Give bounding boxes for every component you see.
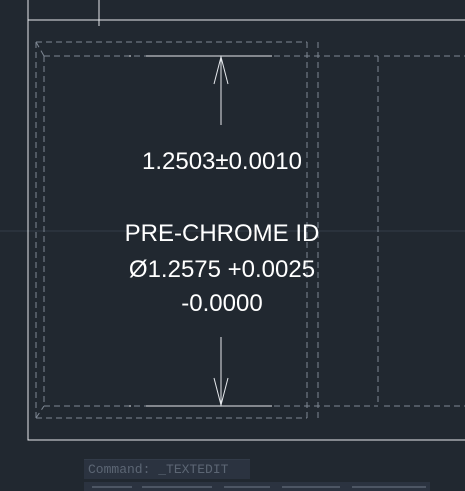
- history-dash: [92, 486, 132, 488]
- command-history-strip: [84, 482, 430, 491]
- command-line[interactable]: Command: _TEXTEDIT: [84, 459, 250, 479]
- dimension-text-length[interactable]: 1.2503±0.0010: [142, 148, 302, 175]
- bore-diameter-text[interactable]: Ø1.2575 +0.0025: [129, 256, 315, 283]
- dimension-line-bottom[interactable]: [213, 337, 229, 407]
- bore-label-text[interactable]: PRE-CHROME ID: [125, 220, 320, 247]
- bore-tolerance-text[interactable]: -0.0000: [181, 290, 262, 317]
- history-dash: [142, 486, 212, 488]
- dimension-line-top[interactable]: [213, 55, 229, 125]
- drawing-viewport[interactable]: 1.2503±0.0010 PRE-CHROME ID Ø1.2575 +0.0…: [0, 0, 465, 491]
- hidden-chamfer-tl: [35, 41, 45, 57]
- drawing-canvas[interactable]: 1.2503±0.0010 PRE-CHROME ID Ø1.2575 +0.0…: [0, 0, 465, 491]
- history-dash: [352, 486, 426, 488]
- hidden-chamfer-bl: [35, 405, 45, 419]
- history-dash: [224, 486, 270, 488]
- history-dash: [282, 486, 340, 488]
- command-prompt-text: Command: _TEXTEDIT: [88, 462, 229, 477]
